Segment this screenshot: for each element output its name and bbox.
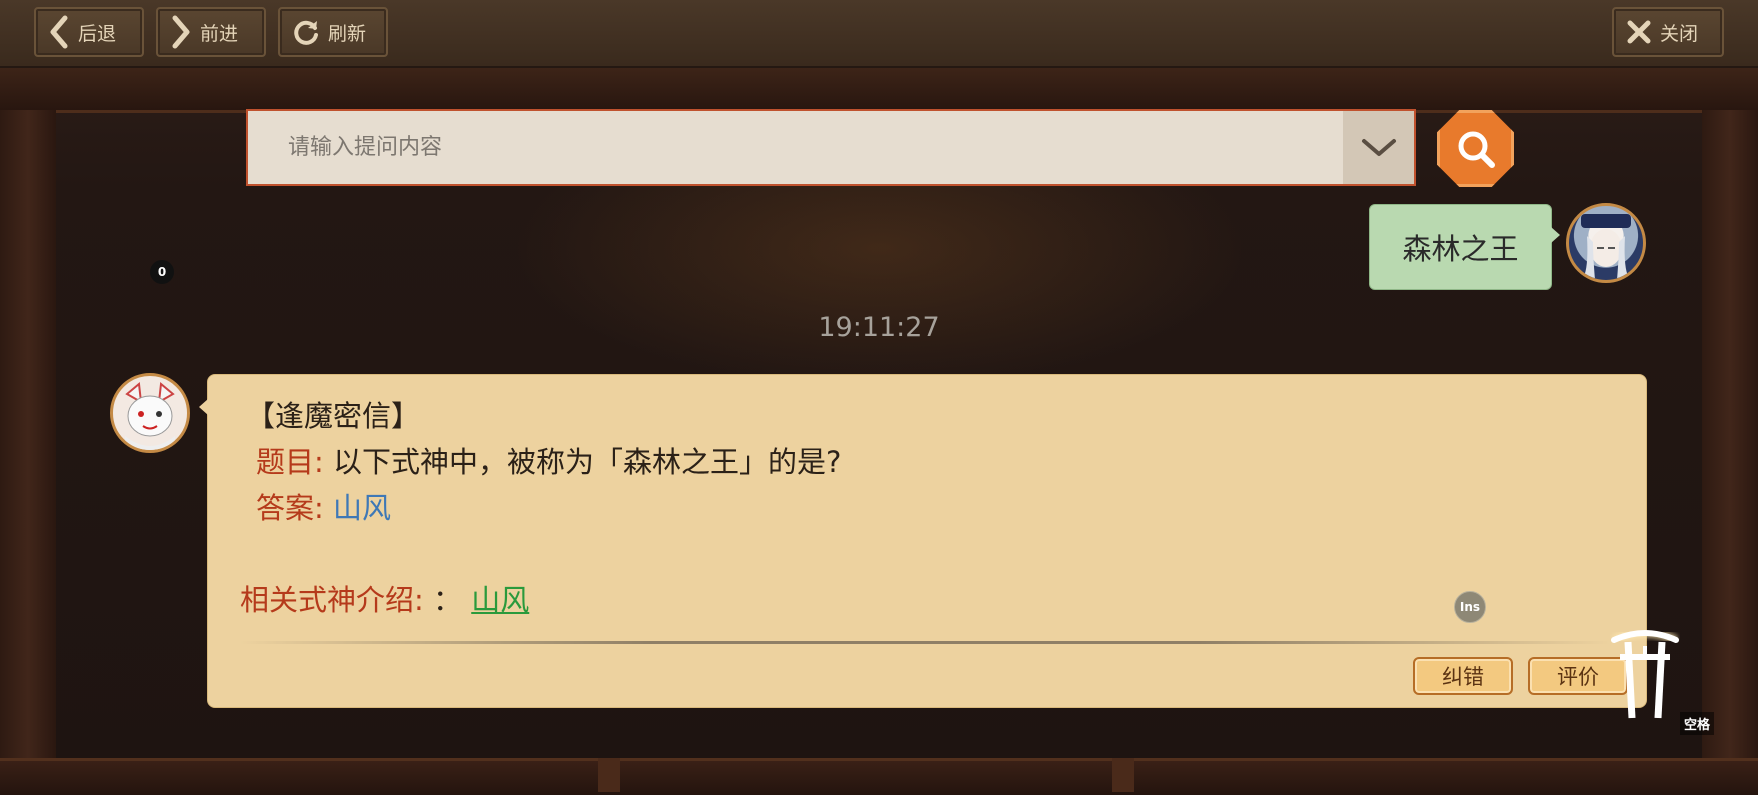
close-label: 关闭 <box>1660 22 1699 45</box>
related-label: 相关式神介绍: <box>240 583 424 617</box>
user-message-text: 森林之王 <box>1402 232 1519 266</box>
user-message-bubble: 森林之王 <box>1369 204 1560 290</box>
floor-rail <box>0 758 1758 795</box>
history-dropdown-button[interactable] <box>1343 111 1414 184</box>
torii-gate-button[interactable] <box>1610 622 1680 722</box>
search-button[interactable] <box>1437 110 1514 187</box>
bot-message-bubble: 【逢魔密信】 题目: 以下式神中，被称为「森林之王」的是? 答案: 山风 相关式… <box>199 374 1647 708</box>
message-header: 【逢魔密信】 <box>246 399 421 433</box>
back-button[interactable]: 后退 <box>34 7 144 57</box>
question-label: 题目: <box>256 445 324 479</box>
search-input[interactable] <box>248 111 1345 184</box>
bot-avatar <box>110 373 190 453</box>
question-line: 题目: 以下式神中，被称为「森林之王」的是? <box>256 439 841 481</box>
refresh-label: 刷新 <box>328 22 367 45</box>
forward-button[interactable]: 前进 <box>156 7 266 57</box>
close-icon <box>1627 20 1651 44</box>
refresh-icon <box>294 20 318 45</box>
close-button[interactable]: 关闭 <box>1612 7 1724 57</box>
space-key-hint: 空格 <box>1680 712 1715 735</box>
answer-line: 答案: 山风 <box>256 485 391 527</box>
top-toolbar: 后退 前进 刷新 关闭 <box>0 0 1758 68</box>
ins-key-badge: Ins <box>1454 591 1486 623</box>
question-text: 以下式神中，被称为「森林之王」的是? <box>333 445 842 479</box>
answer-label: 答案: <box>256 491 324 525</box>
chevron-down-icon <box>1361 138 1396 156</box>
report-error-button[interactable]: 纠错 <box>1413 657 1513 695</box>
chevron-right-icon <box>172 15 190 49</box>
chevron-left-icon <box>50 15 68 49</box>
back-label: 后退 <box>78 22 117 45</box>
left-pillar <box>0 110 56 792</box>
right-pillar <box>1702 110 1758 792</box>
user-avatar-image <box>1581 214 1631 280</box>
torii-gate-icon <box>1611 628 1679 719</box>
user-avatar <box>1566 203 1646 283</box>
forward-label: 前进 <box>200 22 239 45</box>
related-separator: ： <box>433 583 463 617</box>
search-bar <box>246 109 1416 186</box>
roof-beam <box>0 68 1758 113</box>
unread-badge: 0 <box>150 260 174 284</box>
rail-post <box>598 758 620 792</box>
related-shikigami-link[interactable]: 山风 <box>471 583 529 617</box>
message-divider <box>240 641 1610 644</box>
refresh-button[interactable]: 刷新 <box>278 7 388 57</box>
search-icon <box>1458 131 1495 168</box>
bot-avatar-image <box>125 382 175 450</box>
related-line: 相关式神介绍: ： 山风 <box>240 577 529 619</box>
message-timestamp: 19:11:27 <box>818 312 940 343</box>
answer-text: 山风 <box>333 491 392 525</box>
rail-post <box>1112 758 1134 792</box>
